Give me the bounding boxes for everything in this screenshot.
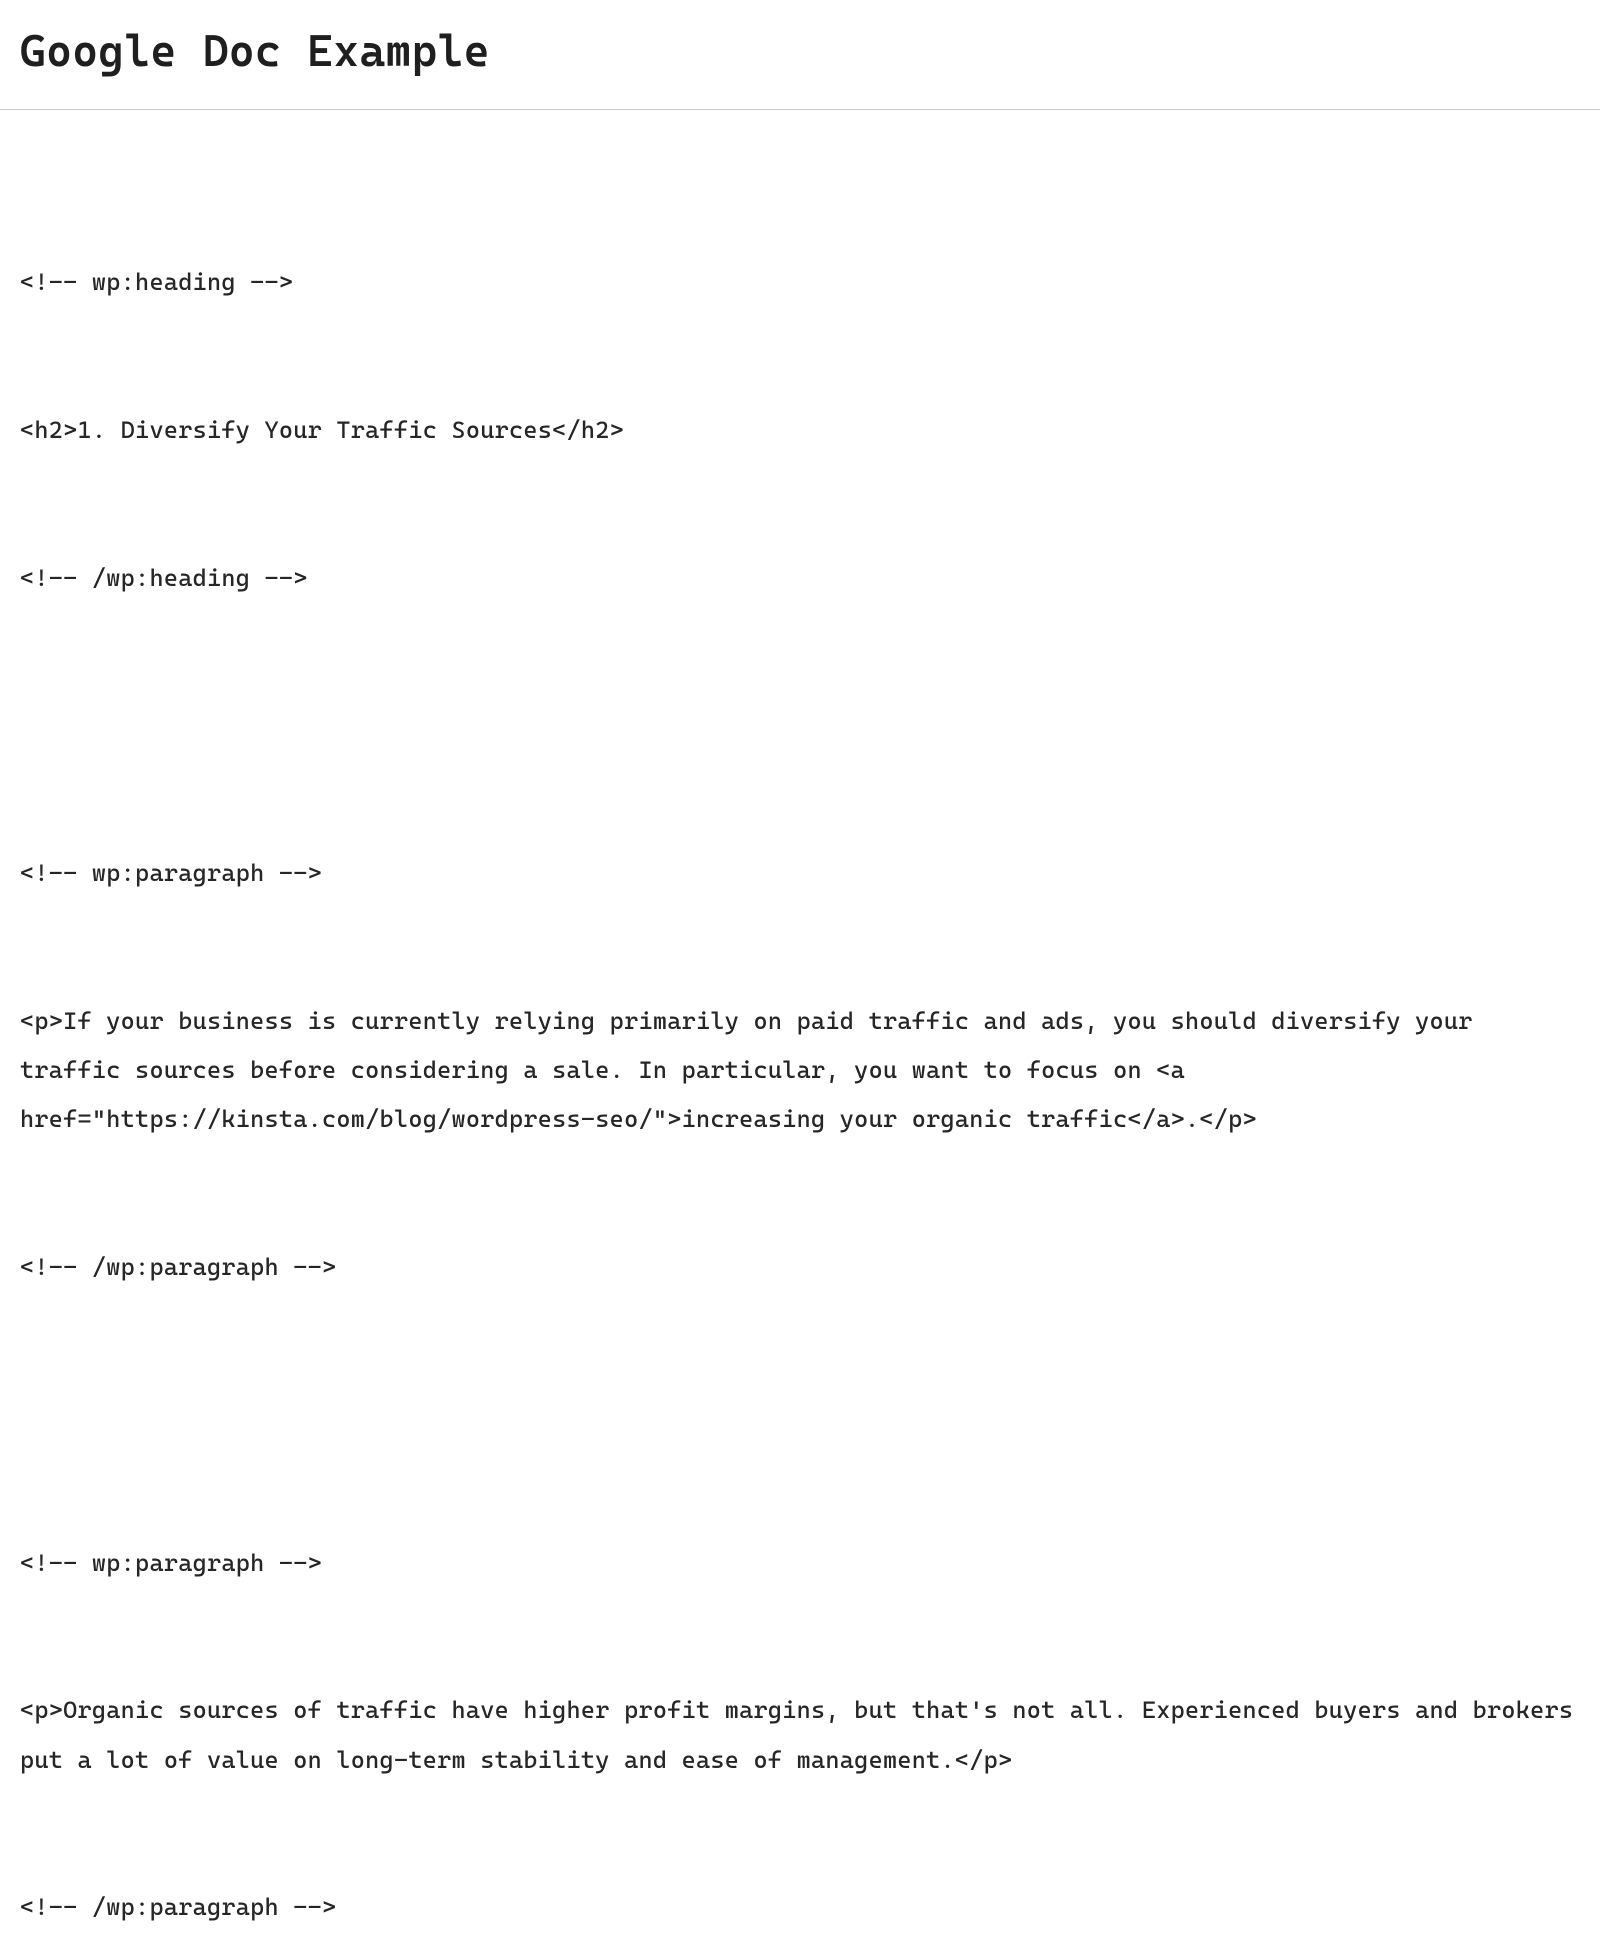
code-line: <p>If your business is currently relying…	[20, 997, 1580, 1145]
page-title: Google Doc Example	[20, 24, 1580, 79]
code-line: <!-- /wp:paragraph -->	[20, 1243, 1580, 1292]
blank-separator	[20, 701, 1580, 751]
code-line: <!-- /wp:heading -->	[20, 554, 1580, 603]
code-line: <!-- wp:paragraph -->	[20, 849, 1580, 898]
blank-separator	[20, 1391, 1580, 1441]
code-line: <p>Organic sources of traffic have highe…	[20, 1686, 1580, 1784]
document-page: Google Doc Example <!-- wp:heading --> <…	[0, 0, 1600, 1934]
code-line: <!-- /wp:paragraph -->	[20, 1883, 1580, 1932]
code-content: <!-- wp:heading --> <h2>1. Diversify You…	[0, 110, 1600, 1934]
code-line: <!-- wp:heading -->	[20, 258, 1580, 307]
code-line: <!-- wp:paragraph -->	[20, 1539, 1580, 1588]
title-block: Google Doc Example	[0, 24, 1600, 109]
code-line: <h2>1. Diversify Your Traffic Sources</h…	[20, 406, 1580, 455]
